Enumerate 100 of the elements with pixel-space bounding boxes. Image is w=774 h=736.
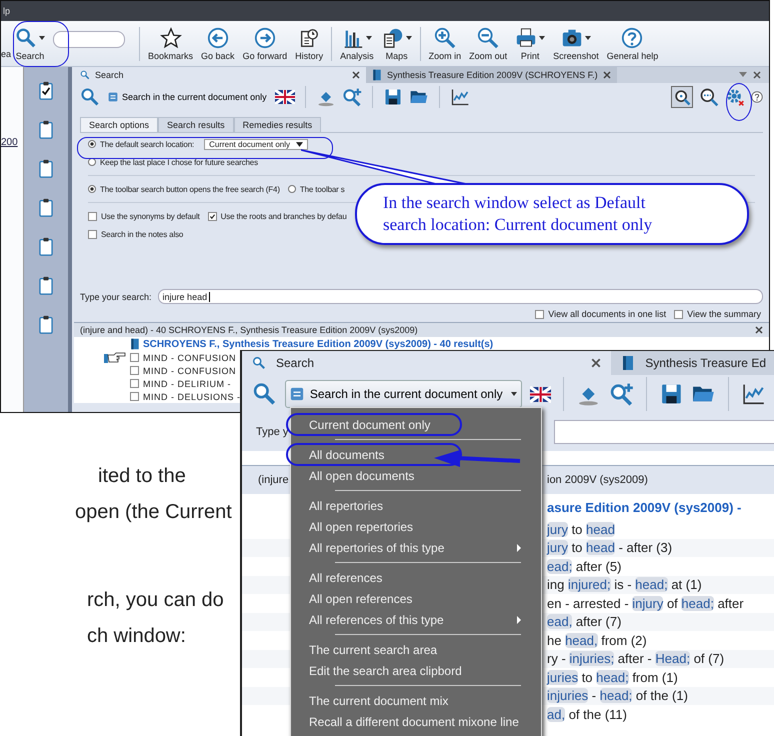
callout-text: In the search window select as Default [383, 192, 646, 214]
document-text: ited to the [98, 464, 186, 488]
close-icon[interactable] [755, 326, 763, 334]
clipboard-icon[interactable] [39, 198, 53, 217]
zoomout-button[interactable]: Zoom out [465, 24, 512, 62]
search-field[interactable] [53, 31, 126, 48]
menu-item[interactable]: All open repertories [291, 516, 541, 537]
clipboard-icon[interactable] [39, 120, 53, 139]
document-text: ch window: [87, 624, 186, 648]
print-icon [515, 26, 538, 48]
search-input[interactable]: injure head [158, 289, 763, 304]
panel-tab[interactable]: Synthesis Treasure Edition 2009V (SCHROYENS F.) [366, 67, 617, 83]
result-row[interactable]: MIND - DELUSIONS - [143, 392, 241, 402]
menu-item[interactable]: The current document mix [291, 690, 541, 711]
history-button[interactable]: History [291, 24, 328, 62]
zoom-in-icon[interactable] [342, 87, 362, 107]
search-options-icon[interactable] [699, 87, 719, 107]
checkbox[interactable] [88, 230, 97, 238]
flag-icon[interactable] [274, 90, 295, 104]
result-row[interactable]: ead, after (7) [547, 614, 622, 630]
menu-item[interactable]: All open references [291, 588, 541, 609]
options-tab[interactable]: Search options [80, 117, 158, 132]
line-chart-icon[interactable] [450, 87, 470, 107]
window-controls-icon[interactable] [739, 71, 763, 79]
close-icon[interactable] [352, 71, 360, 79]
radio-button[interactable] [88, 185, 96, 193]
star-button[interactable]: Bookmarks [144, 24, 198, 62]
forward-button[interactable]: Go forward [238, 24, 292, 62]
checkbox[interactable] [130, 379, 139, 388]
chart-button[interactable]: Analysis [336, 24, 378, 62]
caret-icon [406, 36, 412, 40]
panel-tab[interactable]: Synthesis Treasure Ed [611, 351, 774, 375]
result-row[interactable]: he head, from (2) [547, 632, 647, 648]
menu-item[interactable]: The current search area [291, 639, 541, 660]
menu-item[interactable]: All open documents [291, 465, 541, 486]
checkbox[interactable] [130, 392, 139, 401]
option-label: View the summary [687, 309, 761, 319]
result-row[interactable]: ead; after (5) [547, 558, 622, 574]
result-row[interactable]: injuries - head; of the (1) [547, 688, 688, 704]
checkbox[interactable] [208, 212, 217, 220]
result-row[interactable]: ad, of the (11) [547, 706, 627, 722]
menu-item[interactable]: Current document only [287, 414, 461, 435]
caret-icon [584, 36, 591, 40]
zoomin-button[interactable]: Zoom in [424, 24, 466, 62]
checkbox[interactable] [88, 212, 97, 220]
clipboard-icon[interactable] [39, 81, 53, 100]
checkbox[interactable] [674, 310, 684, 318]
print-button[interactable]: Print [511, 24, 550, 62]
search-button[interactable]: Search [11, 24, 50, 62]
clipboard-icon[interactable] [39, 315, 53, 334]
map-button[interactable]: Maps [378, 24, 416, 62]
clipboard-icon[interactable] [39, 276, 53, 295]
menu-item[interactable]: All references [291, 567, 541, 588]
results-title: SCHROYENS F., Synthesis Treasure Edition 2009V (sys2009) - 40 result(s) [143, 338, 494, 350]
camera-button[interactable]: Screenshot [549, 24, 603, 62]
radio-button[interactable] [288, 185, 296, 193]
checkbox[interactable] [535, 310, 544, 318]
menu-item[interactable]: All documents [287, 444, 461, 465]
back-button[interactable]: Go back [197, 24, 239, 62]
menu-item[interactable]: Edit the search area clipbord [291, 660, 541, 681]
menu-item[interactable]: All references of this type [291, 609, 541, 630]
results-summary: (injure and head) - 40 SCHROYENS F., Synthesis Treasure Edition 2009V (sys2009) [80, 325, 418, 335]
caret-icon [366, 36, 372, 40]
result-row[interactable]: MIND - DELIRIUM - [143, 378, 231, 388]
document-link[interactable]: 200 [1, 137, 18, 148]
menu-item[interactable]: All repertories [291, 495, 541, 516]
caret-icon [510, 392, 517, 396]
result-row[interactable]: juries to head; from (1) [547, 670, 678, 685]
menu-item[interactable]: All repertories of this type [291, 537, 541, 558]
result-row[interactable]: en - arrested - injury of head; after [547, 596, 744, 611]
checkbox[interactable] [130, 366, 139, 375]
search-icon [252, 355, 266, 371]
search-input[interactable] [554, 420, 774, 444]
save-icon[interactable] [382, 87, 403, 107]
result-row[interactable]: jury to head [547, 522, 615, 537]
clipboard-icon[interactable] [39, 159, 53, 178]
flag-icon[interactable] [530, 386, 551, 402]
panel-tab[interactable]: Search [74, 67, 366, 83]
help-button[interactable]: General help [602, 24, 662, 62]
location-dropdown[interactable]: Search in the current document only [106, 89, 269, 105]
result-row[interactable]: jury to head - after (3) [547, 540, 672, 556]
result-row[interactable]: MIND - CONFUSION [143, 366, 236, 376]
radio-button[interactable] [88, 140, 96, 148]
close-icon[interactable] [602, 71, 611, 79]
panel-tab[interactable]: Search [242, 351, 612, 375]
search-icon[interactable] [671, 86, 693, 108]
zoomin-icon [434, 26, 456, 48]
options-tab[interactable]: Remedies results [234, 117, 322, 132]
submenu-arrow-icon [517, 544, 521, 552]
settings-icon[interactable] [725, 87, 745, 107]
help-icon[interactable] [751, 91, 763, 103]
result-row[interactable]: MIND - CONFUSION [143, 352, 236, 362]
options-tab[interactable]: Search results [158, 117, 234, 132]
checkbox[interactable] [130, 353, 139, 362]
location-dropdown[interactable]: Search in the current document only [284, 380, 522, 408]
menu-item[interactable]: Recall a different document mixone line [291, 711, 541, 732]
location-select[interactable]: Current document only [204, 138, 308, 150]
clipboard-icon[interactable] [39, 237, 53, 256]
close-icon[interactable] [591, 358, 602, 368]
option-label: Use the roots and branches by defau [220, 212, 347, 220]
